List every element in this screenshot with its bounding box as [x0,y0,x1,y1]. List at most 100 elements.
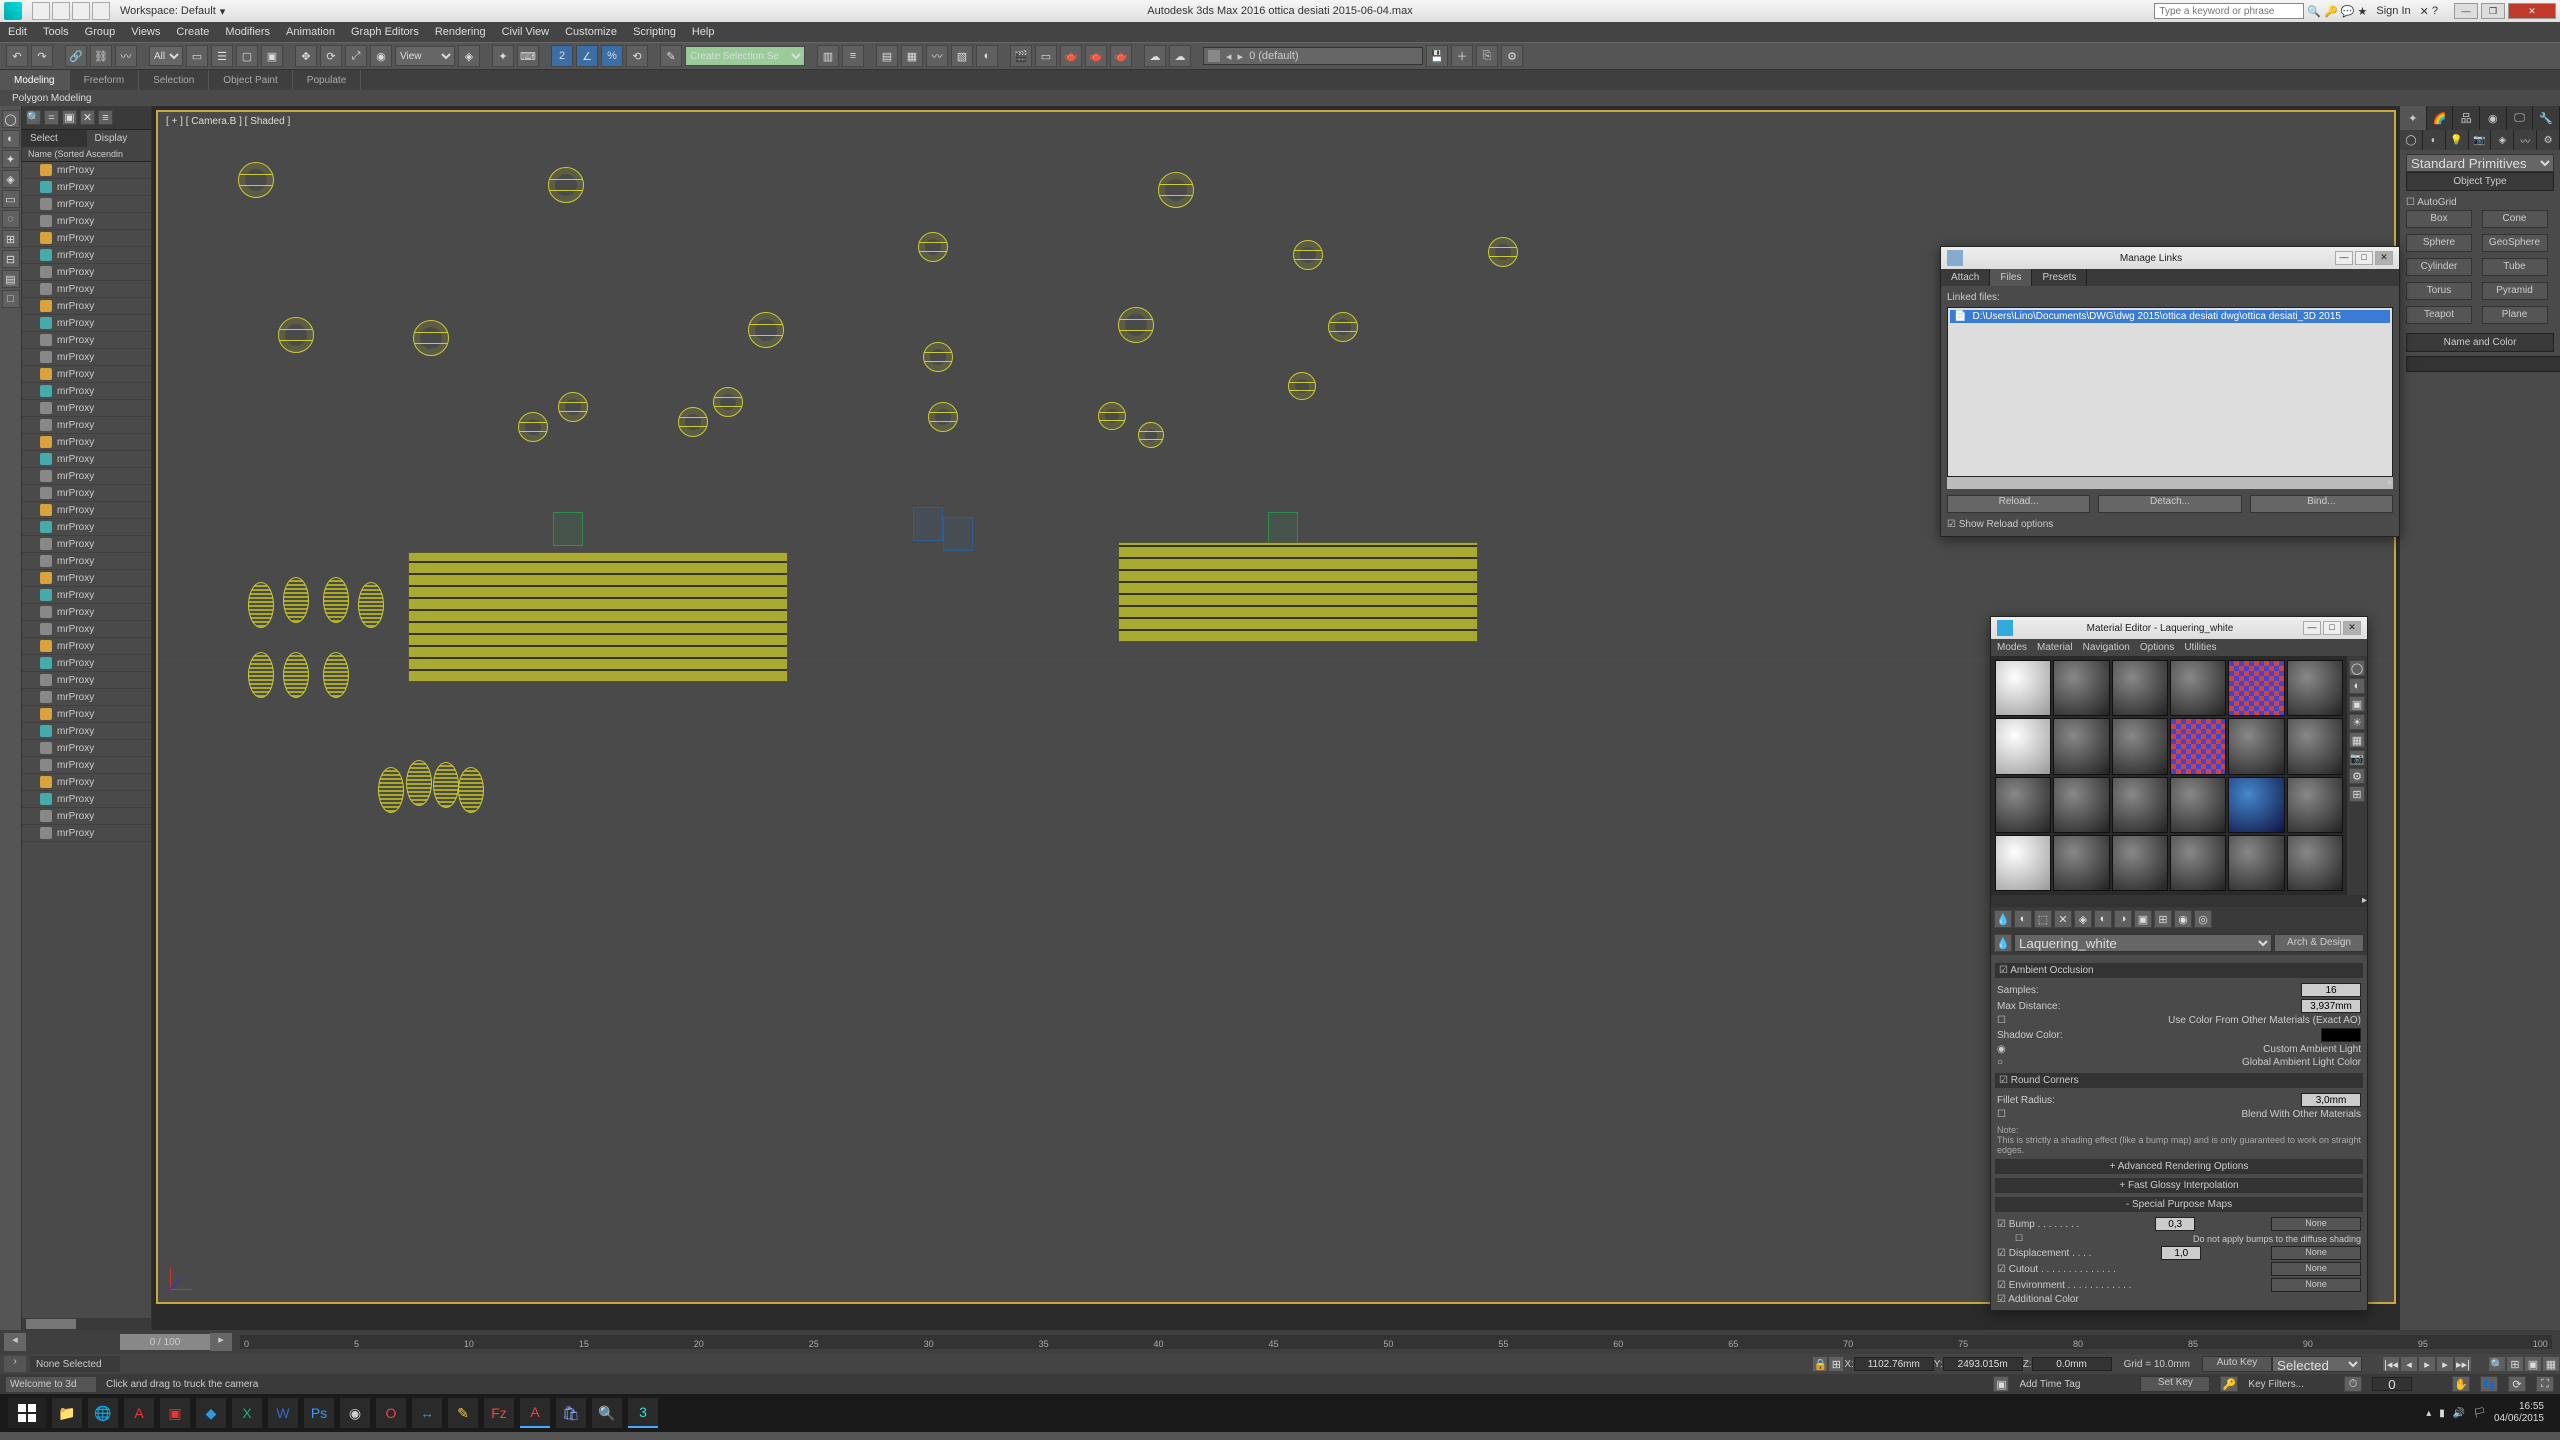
menu-customize[interactable]: Customize [565,26,617,38]
clone-button[interactable]: ⎘ [1476,45,1498,67]
list-item[interactable]: mrProxy [22,825,151,842]
list-item[interactable]: mrProxy [22,791,151,808]
tray-flag-icon[interactable]: 🏳 [2473,1408,2486,1419]
timeconfig-button[interactable]: ⏱ [2344,1376,2362,1392]
close-button[interactable]: ✕ [2508,3,2556,19]
vt-btn-1[interactable]: ◯ [2,110,20,128]
list-item[interactable]: mrProxy [22,536,151,553]
me-ao-usecolor-checkbox[interactable]: ☐ Use Color From Other Materials (Exact … [1997,1014,2361,1027]
undo-button[interactable]: ↶ [6,45,28,67]
vt-btn-4[interactable]: ◈ [2,170,20,188]
coord-y-input[interactable] [1943,1357,2023,1371]
render-production-button[interactable]: 🫖 [1060,45,1082,67]
btn-sphere[interactable]: Sphere [2406,234,2472,252]
time-slider[interactable]: ◂ 0 / 100 ▸ 0510152025303540455055606570… [0,1330,2560,1354]
explorer-tab-display[interactable]: Display [87,130,152,147]
menu-modifiers[interactable]: Modifiers [225,26,270,38]
app-menu-button[interactable] [32,2,50,20]
cmd-subtab-lights[interactable]: 💡 [2446,130,2469,150]
start-button[interactable] [8,1398,46,1428]
menu-help[interactable]: Help [692,26,715,38]
favorites-icon[interactable]: ★ [2358,5,2368,18]
ribbon-tab-populate[interactable]: Populate [293,70,361,90]
nav-zoomextentsall-button[interactable]: ▦ [2542,1356,2560,1372]
cmd-tab-motion[interactable]: ◉ [2480,106,2507,130]
me-side-btn-2[interactable]: ◐ [2349,678,2365,694]
explorer-tab-select[interactable]: Select [22,130,87,147]
menu-civilview[interactable]: Civil View [502,26,549,38]
me-swatch-grid[interactable] [1991,656,2347,895]
menu-rendering[interactable]: Rendering [435,26,486,38]
select-manipulate-button[interactable]: ✦ [492,45,514,67]
vt-btn-6[interactable]: ◌ [2,210,20,228]
abs-rel-button[interactable]: ⊞ [1828,1356,1844,1372]
select-object-button[interactable]: ▭ [186,45,208,67]
timeslider-thumb[interactable]: 0 / 100 [120,1334,210,1350]
next-frame-button[interactable]: ▸ [2436,1356,2454,1372]
list-item[interactable]: mrProxy [22,366,151,383]
me-menu-utilities[interactable]: Utilities [2184,642,2216,653]
currentframe-input[interactable] [2372,1377,2412,1391]
bind-spacewarp-button[interactable]: 〰 [115,45,137,67]
list-item[interactable]: mrProxy [22,162,151,179]
taskbar-excel-icon[interactable]: X [232,1398,262,1428]
explorer-btn-2[interactable]: = [44,110,59,125]
me-menu-options[interactable]: Options [2140,642,2174,653]
list-item[interactable]: mrProxy [22,655,151,672]
render-online-button[interactable]: ☁ [1144,45,1166,67]
menu-create[interactable]: Create [176,26,209,38]
me-addcolor-checkbox[interactable]: ☑ Additional Color [1997,1294,2079,1305]
me-side-btn-4[interactable]: ☀ [2349,714,2365,730]
timeslider-track[interactable]: 0510152025303540455055606570758085909510… [240,1335,2552,1349]
me-tool-11[interactable]: ◎ [2194,910,2212,928]
list-item[interactable]: mrProxy [22,247,151,264]
list-item[interactable]: mrProxy [22,349,151,366]
exchange-icon[interactable]: ✕ [2420,5,2429,18]
nav-zoom-button[interactable]: 🔍 [2488,1356,2506,1372]
list-item[interactable]: mrProxy [22,740,151,757]
taskbar-opera-icon[interactable]: O [376,1398,406,1428]
align-button[interactable]: ≡ [842,45,864,67]
list-item[interactable]: mrProxy [22,723,151,740]
btn-plane[interactable]: Plane [2482,306,2548,324]
menu-grapheditors[interactable]: Graph Editors [351,26,419,38]
taskbar-acrobat-icon[interactable]: A [124,1398,154,1428]
me-disp-val[interactable] [2161,1246,2201,1260]
ml-reload-button[interactable]: Reload... [1947,495,2090,513]
keyboard-shortcut-button[interactable]: ⌨ [517,45,539,67]
autokey-button[interactable]: Auto Key [2202,1356,2272,1372]
rectangular-region-button[interactable]: ▢ [236,45,258,67]
help-icon[interactable]: ? [2432,5,2438,17]
me-rollout-special[interactable]: - Special Purpose Maps [1995,1197,2363,1212]
me-cutout-slot[interactable]: None [2271,1262,2361,1276]
list-item[interactable]: mrProxy [22,519,151,536]
vt-btn-9[interactable]: ▤ [2,270,20,288]
use-pivot-button[interactable]: ◈ [458,45,480,67]
isolate-toggle-button[interactable]: ▣ [1993,1376,2009,1392]
cmd-subtab-shapes[interactable]: ◐ [2423,130,2446,150]
list-item[interactable]: mrProxy [22,502,151,519]
cmd-subtab-cameras[interactable]: 📷 [2469,130,2492,150]
maximize-button[interactable]: ❐ [2481,3,2505,19]
me-tool-2[interactable]: ◐ [2014,910,2032,928]
keymode-select[interactable]: Selected [2272,1356,2362,1372]
cmd-subtab-geometry[interactable]: ◯ [2400,130,2423,150]
tray-volume-icon[interactable]: 🔊 [2453,1408,2465,1419]
taskbar-notes-icon[interactable]: ✎ [448,1398,478,1428]
list-item[interactable]: mrProxy [22,553,151,570]
ml-close-button[interactable]: ✕ [2375,251,2393,265]
setkey-button[interactable]: Set Key [2140,1376,2210,1392]
me-menu-material[interactable]: Material [2037,642,2073,653]
taskbar-store-icon[interactable]: 🛍 [556,1398,586,1428]
vt-btn-10[interactable]: □ [2,290,20,308]
me-tool-1[interactable]: 💧 [1994,910,2012,928]
me-tool-9[interactable]: ⊞ [2154,910,2172,928]
me-bump-slot[interactable]: None [2271,1217,2361,1231]
mirror-button[interactable]: ▥ [817,45,839,67]
list-item[interactable]: mrProxy [22,621,151,638]
infocenter-icon[interactable]: 🔍 [2307,5,2321,18]
me-side-btn-6[interactable]: 📷 [2349,750,2365,766]
me-menu-modes[interactable]: Modes [1997,642,2027,653]
subscription-icon[interactable]: 🔑 [2324,5,2338,18]
me-tool-7[interactable]: ◑ [2114,910,2132,928]
